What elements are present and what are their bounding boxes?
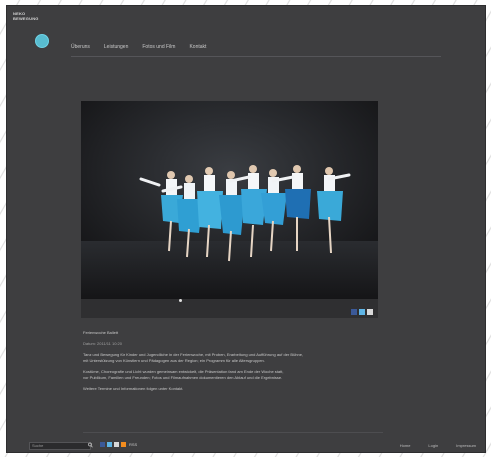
nav-divider xyxy=(71,56,441,57)
gallery-controls-bar xyxy=(81,299,378,318)
gallery-pager-dot[interactable] xyxy=(179,299,182,302)
nav-item-kontakt[interactable]: Kontakt xyxy=(189,44,206,50)
brand-line-2: BEWEGUNG xyxy=(13,16,39,21)
rss-label[interactable]: RSS xyxy=(129,442,137,447)
facebook-icon[interactable] xyxy=(351,309,357,315)
mail-icon[interactable] xyxy=(367,309,373,315)
gallery-share-icons xyxy=(351,309,373,315)
facebook-icon[interactable] xyxy=(100,442,105,447)
site-brand[interactable]: NEKO BEWEGUNG xyxy=(13,11,43,21)
mail-icon[interactable] xyxy=(114,442,119,447)
rss-icon[interactable] xyxy=(121,442,126,447)
nav-item-ueber-uns[interactable]: Überuns xyxy=(71,44,90,50)
footer-social-icons: RSS xyxy=(100,442,137,447)
footer-link-impressum[interactable]: Impressum xyxy=(456,442,476,449)
search-icon[interactable] xyxy=(88,442,93,448)
logo-circle-icon[interactable] xyxy=(35,34,49,48)
footer-link-home[interactable]: Home xyxy=(400,442,411,449)
dance-photo-image xyxy=(81,101,378,299)
footer-link-login[interactable]: Login xyxy=(428,442,438,449)
footer-links: Home Login Impressum xyxy=(400,442,476,449)
nav-item-fotos-und-film[interactable]: Fotos und Film xyxy=(142,44,175,50)
twitter-icon[interactable] xyxy=(107,442,112,447)
website-page: NEKO BEWEGUNG Überuns Leistungen Fotos u… xyxy=(6,5,486,453)
main-navigation: Überuns Leistungen Fotos und Film Kontak… xyxy=(71,44,206,50)
footer: Suche RSS Home Login Impressum xyxy=(6,441,484,451)
content-divider xyxy=(83,432,383,433)
search-placeholder: Suche xyxy=(32,443,44,448)
twitter-icon[interactable] xyxy=(359,309,365,315)
gallery-photo[interactable] xyxy=(81,101,378,299)
article-paragraph-5: Weitere Termine und Informationen folgen… xyxy=(83,386,184,391)
nav-item-leistungen[interactable]: Leistungen xyxy=(104,44,128,50)
article-text: Ferienwoche Ballett Datum: 2011/11 10:20… xyxy=(83,330,373,392)
